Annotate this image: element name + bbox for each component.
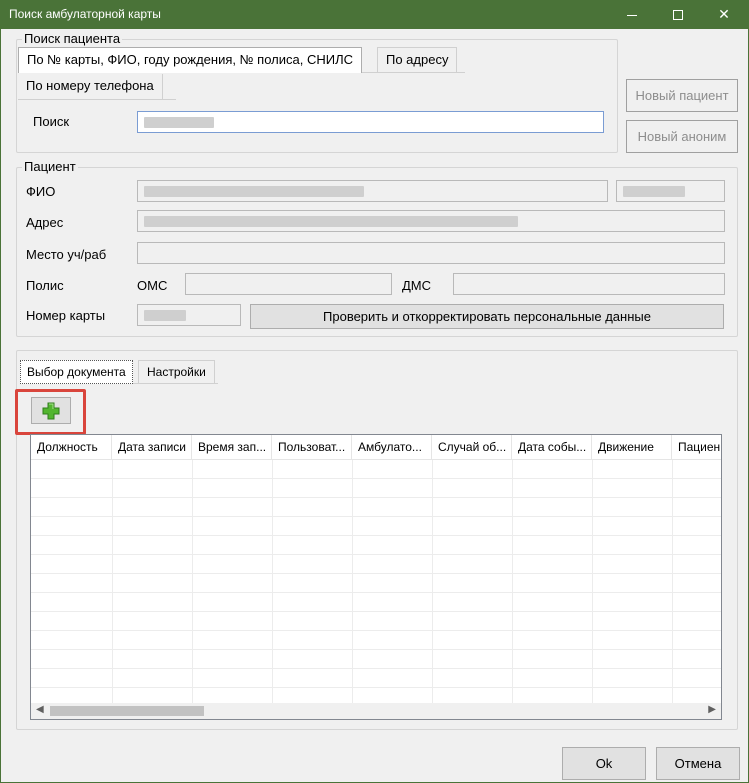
maximize-icon	[673, 9, 683, 20]
policy-label: Полис	[26, 278, 64, 293]
verify-data-button[interactable]: Проверить и откорректировать персональны…	[250, 304, 724, 329]
birth-date-field[interactable]	[616, 180, 725, 202]
tab-strip-line-2	[18, 99, 176, 100]
search-input[interactable]	[137, 111, 604, 133]
highlight-box	[15, 389, 86, 435]
workplace-label: Место уч/раб	[26, 247, 107, 262]
redacted-text	[144, 216, 518, 227]
table-row	[31, 498, 721, 517]
tab-settings-label: Настройки	[147, 365, 206, 379]
tab-document-select[interactable]: Выбор документа	[20, 360, 133, 384]
column-header[interactable]: Движение	[592, 435, 672, 460]
card-number-label: Номер карты	[26, 308, 106, 323]
minimize-icon	[627, 15, 637, 16]
verify-data-label: Проверить и откорректировать персональны…	[323, 309, 651, 324]
table-row	[31, 669, 721, 688]
title-bar: Поиск амбулаторной карты ✕	[0, 0, 749, 29]
workplace-field[interactable]	[137, 242, 725, 264]
redacted-text	[144, 186, 364, 197]
redacted-text	[623, 186, 685, 197]
redacted-text	[144, 117, 214, 128]
column-header[interactable]: Должность	[31, 435, 112, 460]
tab-document-select-label: Выбор документа	[27, 365, 126, 379]
documents-table[interactable]: Должность Дата записи Время зап... Польз…	[30, 434, 722, 720]
cancel-button[interactable]: Отмена	[656, 747, 740, 780]
tab-by-phone[interactable]: По номеру телефона	[18, 74, 163, 99]
table-row	[31, 555, 721, 574]
minimize-button[interactable]	[609, 0, 655, 29]
tab-by-address-label: По адресу	[386, 52, 449, 67]
search-label: Поиск	[33, 114, 70, 129]
scroll-left-icon[interactable]: ◀	[36, 704, 44, 715]
ok-label: Ok	[595, 756, 613, 771]
column-header[interactable]: Пользоват...	[272, 435, 352, 460]
dms-label: ДМС	[402, 278, 432, 293]
address-field[interactable]	[137, 210, 725, 232]
dms-field[interactable]	[453, 273, 725, 295]
table-header: Должность Дата записи Время зап... Польз…	[31, 435, 721, 460]
table-row	[31, 517, 721, 536]
new-anonym-label: Новый аноним	[637, 129, 727, 144]
close-icon: ✕	[718, 6, 730, 22]
close-button[interactable]: ✕	[701, 0, 747, 29]
column-header[interactable]: Дата собы...	[512, 435, 592, 460]
cancel-label: Отмена	[674, 756, 722, 771]
table-row	[31, 612, 721, 631]
new-patient-button[interactable]: Новый пациент	[626, 79, 738, 112]
table-row	[31, 536, 721, 555]
tab-by-address[interactable]: По адресу	[377, 47, 458, 72]
table-row	[31, 479, 721, 498]
maximize-button[interactable]	[655, 0, 701, 29]
window-title: Поиск амбулаторной карты	[9, 7, 161, 21]
oms-field[interactable]	[185, 273, 392, 295]
ok-button[interactable]: Ok	[562, 747, 646, 780]
tab-by-phone-label: По номеру телефона	[26, 78, 154, 93]
tab-by-card-label: По № карты, ФИО, году рождения, № полиса…	[27, 52, 353, 67]
column-header[interactable]: Пациен	[672, 435, 721, 460]
fio-field[interactable]	[137, 180, 608, 202]
column-header[interactable]: Время зап...	[192, 435, 272, 460]
search-group-legend: Поиск пациента	[22, 31, 123, 46]
redacted-text	[144, 310, 186, 321]
tab-settings[interactable]: Настройки	[138, 360, 215, 383]
table-row	[31, 593, 721, 612]
oms-label: ОМС	[137, 278, 168, 293]
column-header[interactable]: Дата записи	[112, 435, 192, 460]
scrollbar-thumb[interactable]	[50, 706, 204, 716]
tab-by-card[interactable]: По № карты, ФИО, году рождения, № полиса…	[18, 47, 362, 73]
address-label: Адрес	[26, 215, 64, 230]
fio-label: ФИО	[26, 184, 56, 199]
column-header[interactable]: Случай об...	[432, 435, 512, 460]
card-number-field[interactable]	[137, 304, 241, 326]
new-anonym-button[interactable]: Новый аноним	[626, 120, 738, 153]
patient-group-legend: Пациент	[22, 159, 78, 174]
new-patient-label: Новый пациент	[635, 88, 729, 103]
table-row	[31, 460, 721, 479]
column-header[interactable]: Амбулато...	[352, 435, 432, 460]
scroll-right-icon[interactable]: ▶	[708, 704, 716, 715]
table-row	[31, 631, 721, 650]
horizontal-scrollbar[interactable]: ◀ ▶	[31, 703, 721, 719]
table-row	[31, 574, 721, 593]
table-row	[31, 650, 721, 669]
